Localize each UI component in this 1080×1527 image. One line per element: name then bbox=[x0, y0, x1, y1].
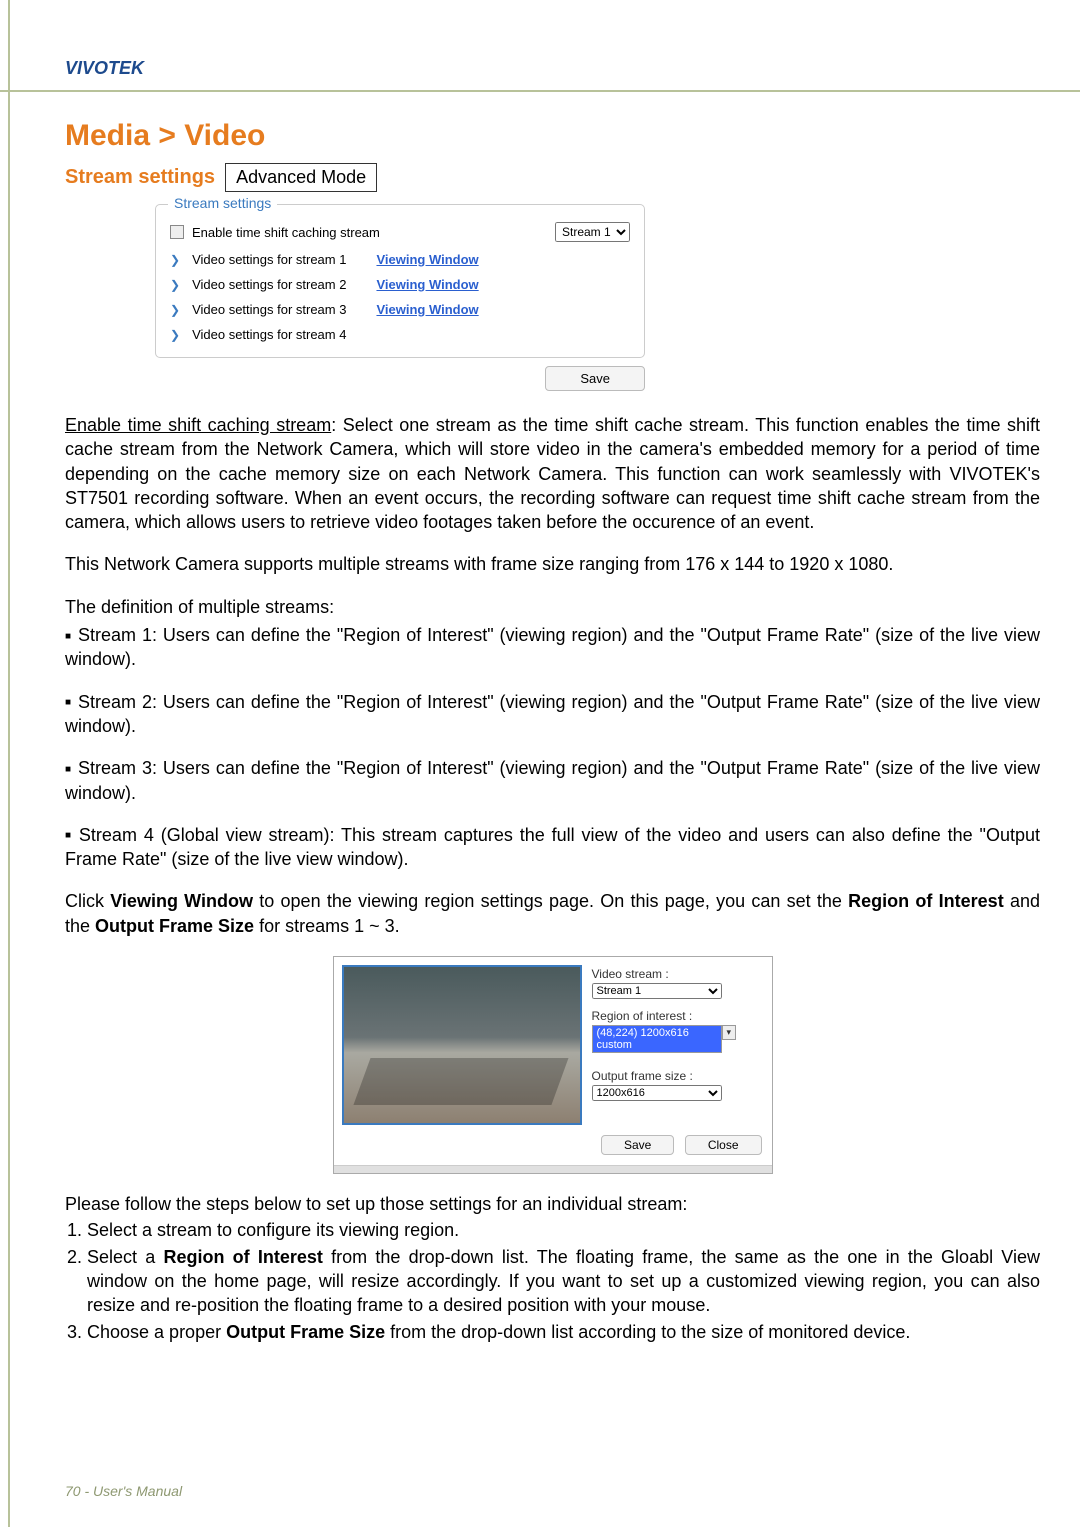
save-button[interactable]: Save bbox=[545, 366, 645, 391]
list-item: Select a stream to configure its viewing… bbox=[87, 1218, 1040, 1242]
brand-header: VIVOTEK bbox=[65, 58, 1040, 79]
fieldset-legend: Stream settings bbox=[168, 195, 277, 211]
enable-timeshift-label: Enable time shift caching stream bbox=[192, 225, 380, 240]
expand-icon[interactable]: ❯ bbox=[170, 303, 180, 317]
page-title: Media > Video bbox=[65, 119, 1040, 153]
stream-select[interactable]: Stream 1 bbox=[555, 222, 630, 242]
list-item: ■Stream 2: Users can define the "Region … bbox=[65, 690, 1040, 739]
scrollbar[interactable] bbox=[334, 1165, 772, 1173]
roi-select[interactable]: (48,224) 1200x616 custom bbox=[592, 1025, 722, 1053]
top-divider bbox=[0, 90, 1080, 92]
viewing-window-panel: Video stream : Stream 1 Region of intere… bbox=[333, 956, 773, 1174]
steps-list: Select a stream to configure its viewing… bbox=[65, 1218, 1040, 1343]
paragraph-follow: Please follow the steps below to set up … bbox=[65, 1192, 1040, 1216]
stream-row-label: Video settings for stream 2 bbox=[192, 277, 346, 292]
expand-icon[interactable]: ❯ bbox=[170, 253, 180, 267]
enable-timeshift-checkbox[interactable] bbox=[170, 225, 184, 239]
section-subtitle: Stream settings bbox=[65, 166, 215, 189]
viewing-window-preview[interactable] bbox=[342, 965, 582, 1125]
paragraph-click-vw: Click Viewing Window to open the viewing… bbox=[65, 889, 1040, 938]
vw-save-button[interactable]: Save bbox=[601, 1135, 674, 1155]
paragraph-definition: The definition of multiple streams: bbox=[65, 595, 1040, 619]
list-item: ■Stream 3: Users can define the "Region … bbox=[65, 756, 1040, 805]
page-footer: 70 - User's Manual bbox=[65, 1483, 182, 1499]
roi-label: Region of interest : bbox=[592, 1009, 764, 1023]
list-item: ■Stream 1: Users can define the "Region … bbox=[65, 623, 1040, 672]
expand-icon[interactable]: ❯ bbox=[170, 278, 180, 292]
viewing-window-link[interactable]: Viewing Window bbox=[376, 252, 478, 267]
video-stream-select[interactable]: Stream 1 bbox=[592, 983, 722, 999]
stream-row-label: Video settings for stream 3 bbox=[192, 302, 346, 317]
chevron-down-icon[interactable]: ▾ bbox=[722, 1025, 737, 1040]
viewing-window-link[interactable]: Viewing Window bbox=[376, 277, 478, 292]
viewing-window-link[interactable]: Viewing Window bbox=[376, 302, 478, 317]
vw-close-button[interactable]: Close bbox=[685, 1135, 762, 1155]
video-stream-label: Video stream : bbox=[592, 967, 764, 981]
stream-settings-panel: Stream settings Enable time shift cachin… bbox=[155, 204, 645, 391]
paragraph-enable: Enable time shift caching stream: Select… bbox=[65, 413, 1040, 534]
ofs-select[interactable]: 1200x616 bbox=[592, 1085, 722, 1101]
expand-icon[interactable]: ❯ bbox=[170, 328, 180, 342]
list-item: ■Stream 4 (Global view stream): This str… bbox=[65, 823, 1040, 872]
advanced-mode-badge: Advanced Mode bbox=[225, 163, 377, 192]
stream-definition-list: ■Stream 1: Users can define the "Region … bbox=[65, 623, 1040, 871]
list-item: Choose a proper Output Frame Size from t… bbox=[87, 1320, 1040, 1344]
paragraph-multistream: This Network Camera supports multiple st… bbox=[65, 552, 1040, 576]
list-item: Select a Region of Interest from the dro… bbox=[87, 1245, 1040, 1318]
stream-row-label: Video settings for stream 1 bbox=[192, 252, 346, 267]
stream-row-label: Video settings for stream 4 bbox=[192, 327, 346, 342]
ofs-label: Output frame size : bbox=[592, 1069, 764, 1083]
